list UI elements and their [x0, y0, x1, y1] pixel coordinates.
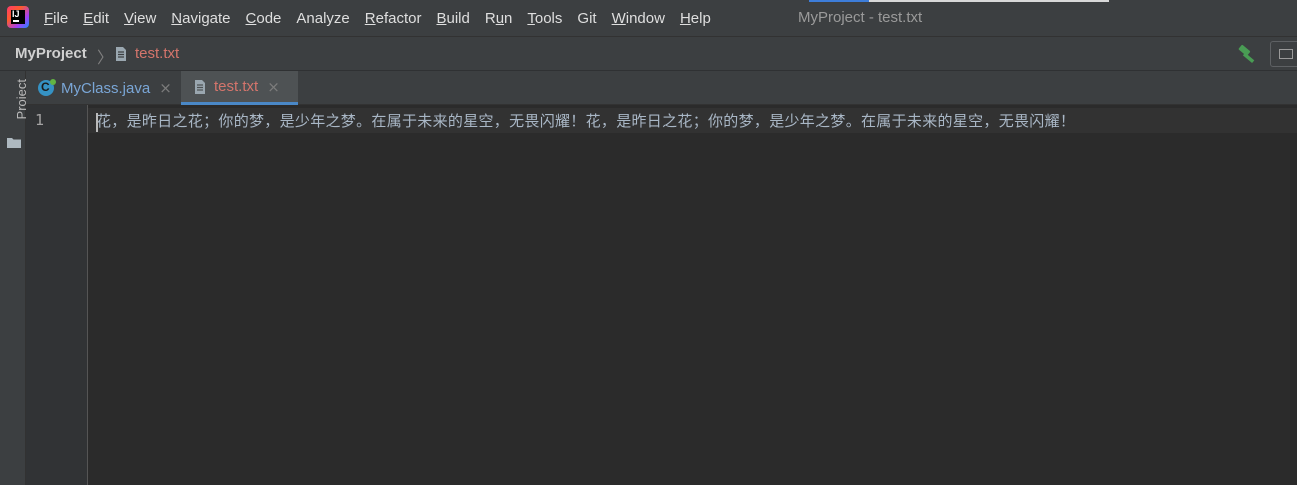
menu-item-text: avigate [182, 9, 231, 27]
menu-item[interactable]: Window [612, 10, 665, 27]
menu-item[interactable]: View [124, 10, 156, 27]
menu-item-text: iew [133, 9, 157, 27]
logo-text: IJ [12, 9, 20, 19]
line-number: 1 [35, 111, 45, 129]
menu-item-text: efactor [375, 9, 422, 27]
menu-item-text: n [504, 9, 513, 27]
menu-item-text: uild [446, 9, 470, 27]
menu-item-text: indow [625, 9, 665, 27]
menu-item-text: ode [256, 9, 282, 27]
menu-item[interactable]: Tools [527, 10, 562, 27]
menu-item-text: elp [690, 9, 711, 27]
navigation-bar: MyProject 〉 test.txt [0, 36, 1297, 71]
menu-item-mnemonic: T [527, 9, 535, 27]
menu-item[interactable]: Analyze [296, 10, 349, 27]
text-caret [96, 113, 98, 132]
menu-item-text: ools [534, 9, 563, 27]
breadcrumb-project[interactable]: MyProject [15, 45, 87, 62]
window-title: MyProject - test.txt [798, 9, 923, 26]
java-class-icon: C [38, 79, 56, 96]
folder-icon[interactable] [7, 133, 21, 148]
menu-item-mnemonic: N [171, 9, 183, 27]
menu-item-mnemonic: F [44, 9, 54, 27]
editor-tab-bar: C MyClass.java × test.txt × [26, 71, 1297, 105]
run-configuration-selector[interactable] [1270, 41, 1297, 67]
menu-item-text: dit [93, 9, 110, 27]
menu-item-mnemonic: H [679, 9, 691, 27]
menu-item[interactable]: Build [436, 10, 469, 27]
menu-item-mnemonic: C [245, 9, 257, 27]
ide-window: IJ File Edit View Navigate Code Analyze Refact… [0, 0, 1297, 485]
menu-item[interactable]: Git [577, 10, 596, 27]
line-number-gutter: 1 [26, 105, 88, 485]
tab-label: MyClass.java [61, 79, 151, 97]
menu-item[interactable]: Help [680, 10, 711, 27]
editor-area[interactable]: 1 花，是昨日之花；你的梦，是少年之梦。在属于未来的星空，无畏闪耀！花，是昨日之… [26, 105, 1297, 485]
menu-item-mnemonic: W [611, 9, 626, 27]
menu-items: File Edit View Navigate Code Analyze Refactor B… [44, 0, 726, 36]
menu-bar: IJ File Edit View Navigate Code Analyze Refact… [0, 0, 1297, 36]
menu-item-text: Git [577, 9, 597, 27]
code-line[interactable]: 花，是昨日之花；你的梦，是少年之梦。在属于未来的星空，无畏闪耀！花，是昨日之花；… [96, 110, 1075, 131]
tab-label: test.txt [214, 78, 259, 95]
title-accent-bar [809, 0, 1109, 2]
menu-item-mnemonic: R [364, 9, 376, 27]
menu-item-text: R [484, 9, 496, 27]
menu-item[interactable]: Navigate [171, 10, 230, 27]
text-file-icon [193, 79, 207, 95]
tab-myclass-java[interactable]: C MyClass.java × [38, 71, 172, 105]
menu-item[interactable]: File [44, 10, 68, 27]
menu-item[interactable]: Code [246, 10, 282, 27]
breadcrumb-separator: 〉 [97, 48, 114, 67]
intellij-logo-icon[interactable]: IJ [7, 6, 29, 28]
menu-item-mnemonic: u [495, 9, 505, 27]
text-file-icon [114, 46, 128, 66]
left-tool-strip: Project [0, 71, 29, 485]
menu-item-mnemonic: V [124, 9, 134, 27]
menu-item[interactable]: Refactor [365, 10, 422, 27]
tab-test-txt[interactable]: test.txt × [181, 71, 298, 105]
breadcrumb-file[interactable]: test.txt [135, 45, 179, 62]
menu-item-mnemonic: B [436, 9, 447, 27]
hammer-icon[interactable] [1236, 43, 1258, 65]
menu-item[interactable]: Edit [83, 10, 109, 27]
menu-item-text: ile [53, 9, 69, 27]
menu-item-text: Analyze [296, 9, 350, 27]
close-icon[interactable]: × [159, 79, 172, 97]
close-icon[interactable]: × [267, 78, 280, 96]
menu-item[interactable]: Run [485, 10, 513, 27]
menu-item-mnemonic: E [83, 9, 94, 27]
